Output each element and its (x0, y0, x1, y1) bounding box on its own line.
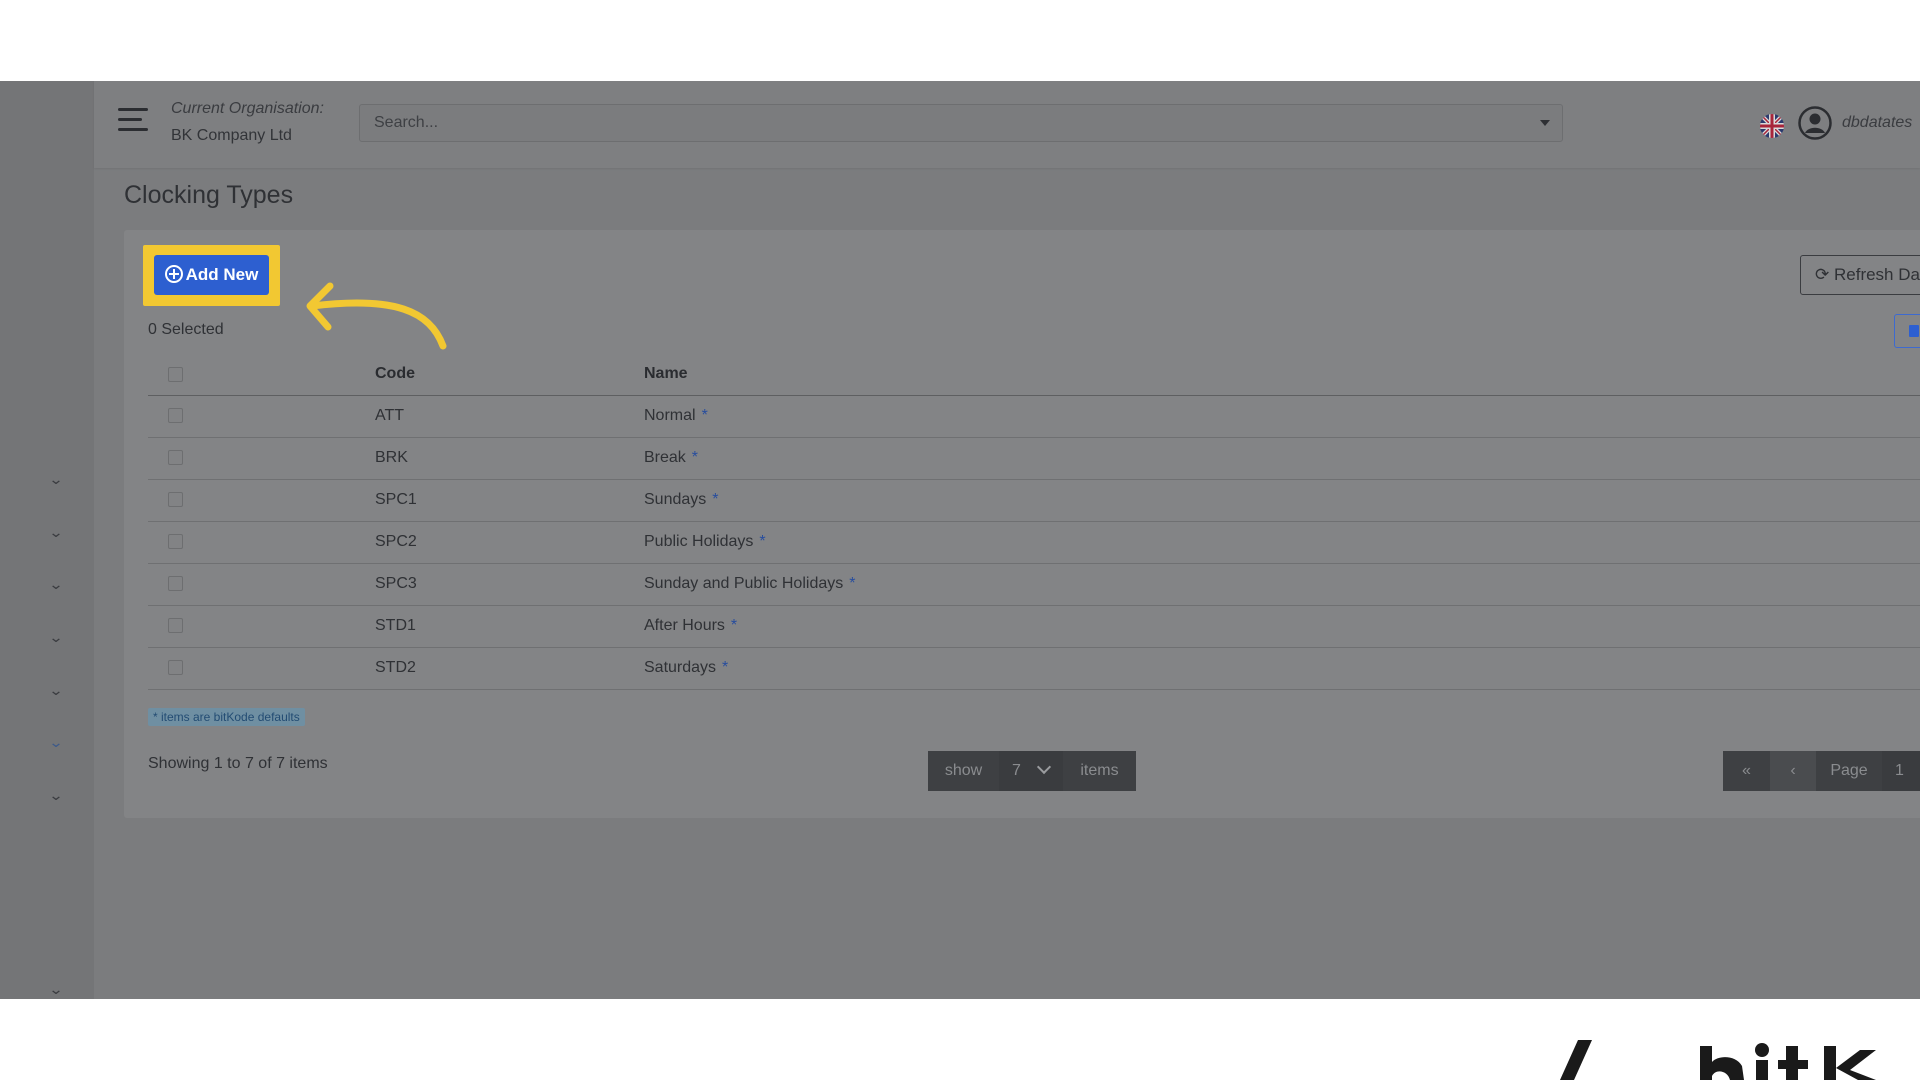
showing-summary: Showing 1 to 7 of 7 items (148, 755, 328, 772)
default-marker: * (759, 533, 766, 550)
row-checkbox[interactable] (168, 492, 183, 507)
org-label: Current Organisation: (171, 100, 324, 117)
name-text: Sundays (644, 491, 707, 508)
defaults-note: * items are bitKode defaults (148, 708, 305, 726)
name-text: Public Holidays (644, 533, 754, 550)
app-screen: ⌄ ⌄ ⌄ ⌄ ⌄ ⌄ ⌄ ⌄ Current Organisation: BK… (0, 81, 1920, 999)
refresh-label: Refresh Da (1833, 265, 1920, 284)
name-text: After Hours (644, 617, 725, 634)
search-box[interactable] (359, 104, 1563, 142)
chevron-down-icon[interactable]: ⌄ (46, 682, 67, 698)
chevron-down-icon (1036, 759, 1052, 775)
chevron-left-icon[interactable]: ‹ (1770, 751, 1816, 791)
row-checkbox[interactable] (168, 618, 183, 633)
add-new-button[interactable]: Add New (154, 255, 269, 295)
code-cell: BRK (375, 449, 408, 466)
row-checkbox[interactable] (168, 408, 183, 423)
table-row[interactable]: ATT Normal * (148, 396, 1920, 438)
chevron-down-icon[interactable]: ⌄ (46, 981, 67, 997)
row-checkbox[interactable] (168, 660, 183, 675)
delete-button[interactable] (1894, 314, 1920, 348)
plus-circle-icon (164, 265, 183, 283)
chevron-down-icon[interactable]: ⌄ (46, 471, 67, 487)
table-row[interactable]: BRK Break * (148, 438, 1920, 480)
chevron-down-icon[interactable]: ⌄ (46, 734, 67, 750)
table-row[interactable]: SPC2 Public Holidays * (148, 522, 1920, 564)
name-text: Saturdays (644, 659, 717, 676)
name-text: Sunday and Public Holidays (644, 575, 844, 592)
caret-down-icon[interactable] (1540, 120, 1550, 126)
code-cell: SPC3 (375, 575, 417, 592)
table-row[interactable]: STD2 Saturdays * (148, 648, 1920, 690)
name-text: Normal (644, 407, 696, 424)
top-header: Current Organisation: BK Company Ltd Sea… (94, 81, 1920, 168)
default-marker: * (712, 491, 719, 508)
code-cell: STD1 (375, 617, 416, 634)
default-marker: * (849, 575, 856, 592)
chevron-down-icon[interactable]: ⌄ (46, 576, 67, 592)
refresh-icon: ⟳ (1815, 265, 1830, 284)
page-label: Page (1816, 751, 1882, 791)
column-header-name[interactable]: Name (644, 365, 688, 383)
name-cell: After Hours * (644, 617, 737, 635)
table-row[interactable]: SPC3 Sunday and Public Holidays * (148, 564, 1920, 606)
default-marker: * (722, 659, 729, 676)
row-checkbox[interactable] (168, 534, 183, 549)
code-cell: STD2 (375, 659, 416, 676)
page-size-select[interactable]: 7 (999, 751, 1063, 791)
table-header-row: Code Name (148, 355, 1920, 396)
trash-icon (1909, 325, 1919, 337)
name-cell: Normal * (644, 407, 708, 425)
default-marker: * (730, 617, 738, 634)
uk-flag-icon[interactable] (1760, 114, 1784, 138)
column-header-code[interactable]: Code (375, 365, 415, 383)
default-marker: * (701, 407, 708, 424)
name-cell: Saturdays * (644, 659, 728, 677)
search-input[interactable] (374, 113, 1524, 133)
page-title: Clocking Types (124, 181, 294, 209)
chevron-down-icon[interactable]: ⌄ (46, 524, 67, 540)
refresh-data-button[interactable]: ⟳ Refresh Da (1800, 255, 1920, 295)
double-chevron-left-icon[interactable]: « (1723, 751, 1770, 791)
selected-count: 0 Selected (148, 321, 224, 338)
current-page-value: 1 (1895, 762, 1904, 779)
org-name[interactable]: BK Company Ltd (171, 127, 292, 145)
clocking-types-table: Code Name ATT Normal * BRK Break * SPC1 Su… (148, 355, 1920, 690)
sidebar: ⌄ ⌄ ⌄ ⌄ ⌄ ⌄ ⌄ ⌄ (0, 81, 94, 999)
show-label: show (928, 751, 999, 791)
name-cell: Public Holidays * (644, 533, 766, 551)
username[interactable]: dbdatates (1842, 114, 1912, 132)
hamburger-icon[interactable] (118, 108, 148, 134)
row-checkbox[interactable] (168, 450, 183, 465)
bitkode-logo (1560, 1040, 1876, 1080)
add-new-label: Add New (185, 265, 259, 284)
table-row[interactable]: SPC1 Sundays * (148, 480, 1920, 522)
name-text: Break (644, 449, 686, 466)
chevron-down-icon[interactable]: ⌄ (46, 787, 67, 803)
code-cell: ATT (375, 407, 405, 424)
name-cell: Sundays * (644, 491, 719, 509)
code-cell: SPC1 (375, 491, 417, 508)
row-checkbox[interactable] (168, 576, 183, 591)
default-marker: * (691, 449, 699, 466)
code-cell: SPC2 (375, 533, 417, 550)
current-page-select[interactable]: 1 (1882, 751, 1920, 791)
tutorial-arrow (306, 282, 447, 350)
name-cell: Break * (644, 449, 698, 467)
items-label: items (1063, 751, 1136, 791)
name-cell: Sunday and Public Holidays * (644, 575, 855, 593)
page-size-value: 7 (1012, 762, 1021, 779)
user-circle-icon[interactable] (1798, 106, 1832, 140)
select-all-checkbox[interactable] (168, 367, 183, 382)
table-row[interactable]: STD1 After Hours * (148, 606, 1920, 648)
chevron-down-icon[interactable]: ⌄ (46, 629, 67, 645)
